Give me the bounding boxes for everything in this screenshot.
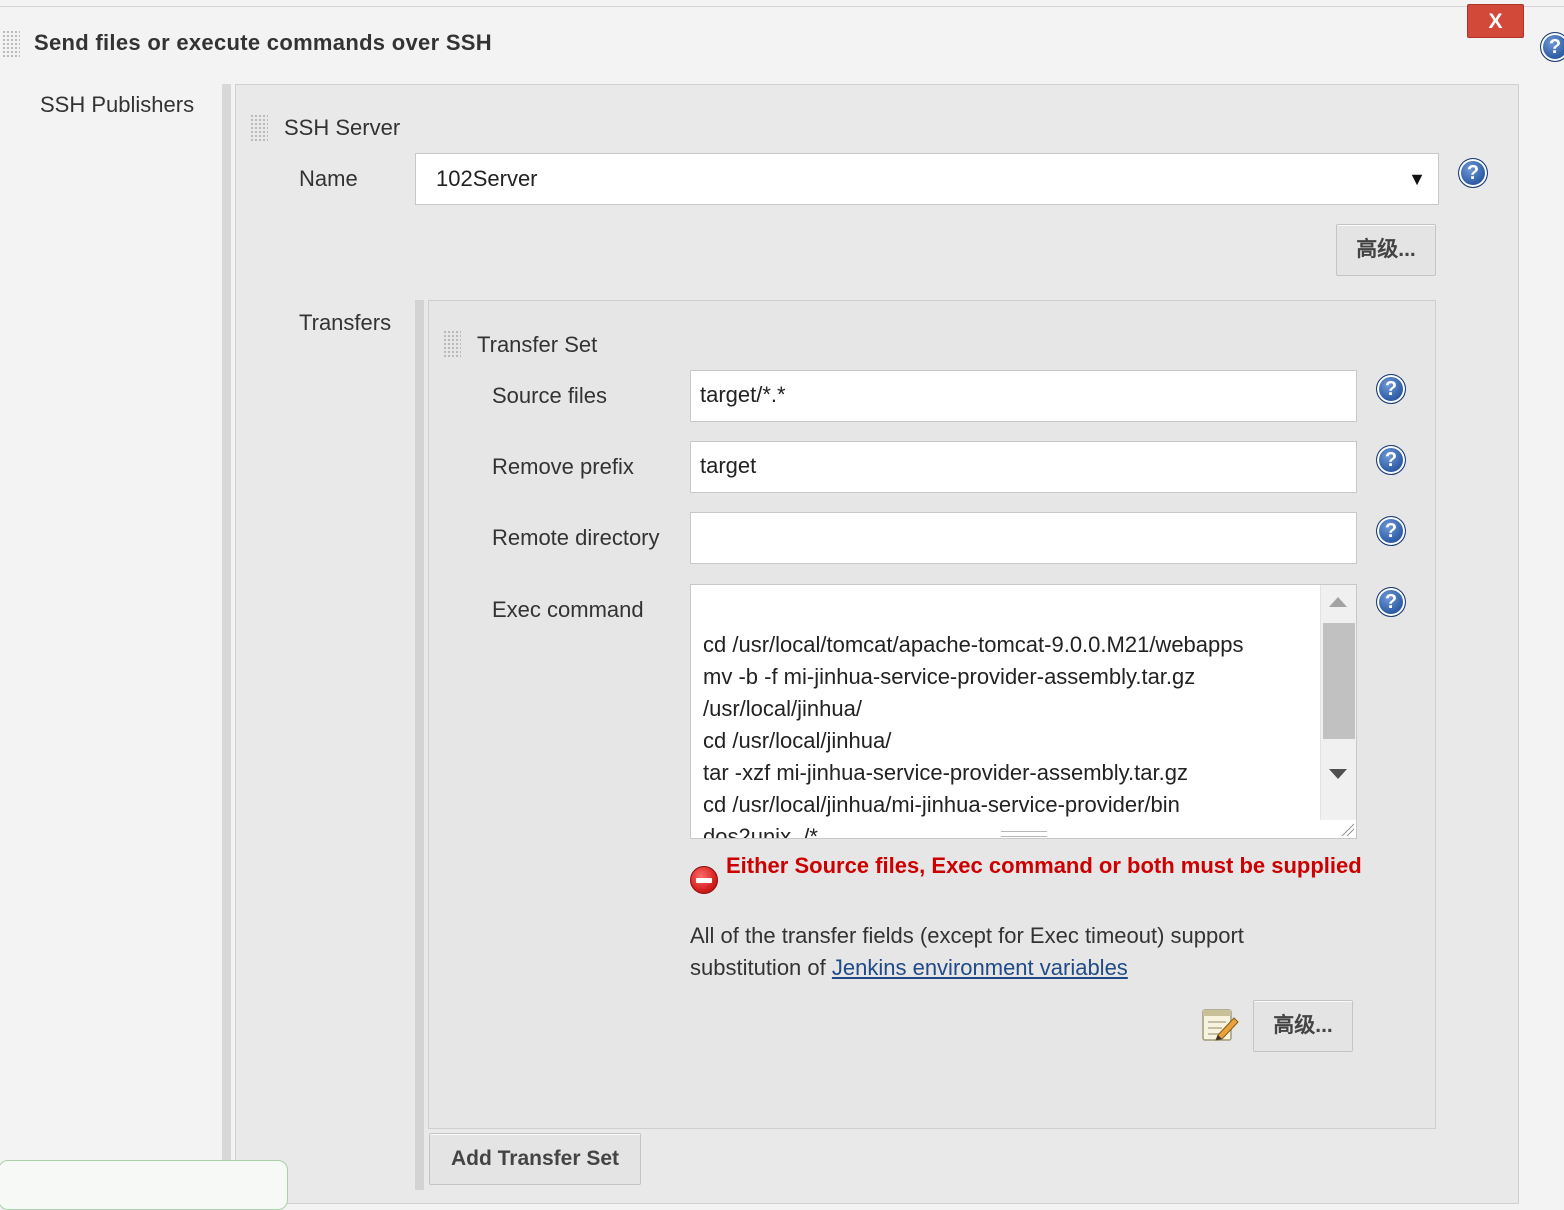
drag-handle-icon[interactable]: [443, 330, 461, 358]
server-name-value: 102Server: [436, 166, 538, 191]
scroll-down-arrow-icon[interactable]: [1329, 769, 1347, 779]
server-name-select[interactable]: 102Server ▼: [415, 153, 1439, 205]
scroll-up-arrow-icon[interactable]: [1329, 597, 1347, 607]
source-files-input[interactable]: target/*.*: [690, 370, 1357, 422]
textarea-scrollbar[interactable]: [1320, 585, 1356, 820]
help-icon[interactable]: ?: [1540, 32, 1564, 62]
source-files-label: Source files: [492, 383, 607, 408]
ssh-server-title: SSH Server: [284, 115, 401, 140]
notepad-edit-icon[interactable]: [1200, 1004, 1240, 1044]
dropdown-arrow-icon: ▼: [1408, 169, 1426, 189]
section-title: Send files or execute commands over SSH: [34, 30, 492, 55]
help-icon[interactable]: ?: [1376, 516, 1406, 546]
publishers-bar: [222, 84, 231, 1204]
transfers-bar: [415, 300, 424, 1190]
remove-prefix-input[interactable]: target: [690, 441, 1357, 493]
exec-command-textarea[interactable]: cd /usr/local/tomcat/apache-tomcat-9.0.0…: [690, 584, 1357, 839]
remote-directory-label: Remote directory: [492, 525, 660, 550]
substitution-note: All of the transfer fields (except for E…: [690, 923, 1244, 980]
ssh-publishers-label: SSH Publishers: [40, 92, 195, 117]
remote-directory-input[interactable]: [690, 512, 1357, 564]
name-label: Name: [299, 166, 358, 191]
transfer-advanced-button[interactable]: 高级...: [1253, 1000, 1353, 1052]
drag-handle-icon[interactable]: [2, 30, 20, 58]
validation-error-message: Either Source files, Exec command or bot…: [726, 853, 1362, 878]
help-icon[interactable]: ?: [1376, 445, 1406, 475]
remove-prefix-label: Remove prefix: [492, 454, 634, 479]
scroll-thumb[interactable]: [1323, 623, 1355, 739]
transfers-label: Transfers: [299, 310, 392, 335]
exec-command-lines: cd /usr/local/tomcat/apache-tomcat-9.0.0…: [703, 632, 1244, 839]
bottom-panel-tab: [0, 1160, 288, 1210]
drag-handle-icon[interactable]: [250, 114, 268, 142]
resize-grip-icon[interactable]: [1340, 822, 1354, 836]
exec-command-label: Exec command: [492, 597, 644, 622]
top-divider: [0, 6, 1564, 7]
error-icon: [690, 866, 718, 894]
help-icon[interactable]: ?: [1376, 587, 1406, 617]
add-transfer-set-button[interactable]: Add Transfer Set: [429, 1133, 641, 1185]
server-advanced-button[interactable]: 高级...: [1336, 224, 1436, 276]
delete-section-button[interactable]: X: [1467, 4, 1524, 38]
help-icon[interactable]: ?: [1376, 374, 1406, 404]
transfer-set-title: Transfer Set: [477, 332, 598, 357]
jenkins-env-vars-link[interactable]: Jenkins environment variables: [832, 955, 1128, 980]
textarea-expand-handle[interactable]: [1001, 831, 1047, 837]
help-icon[interactable]: ?: [1458, 158, 1488, 188]
